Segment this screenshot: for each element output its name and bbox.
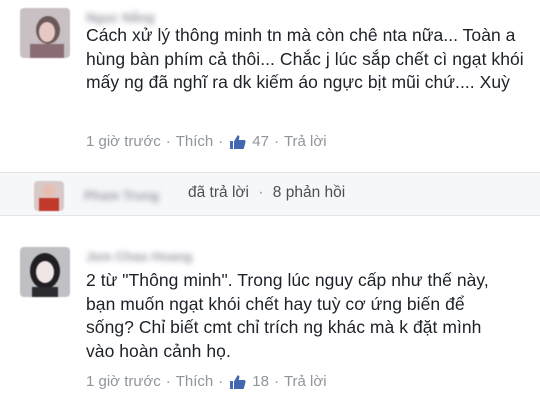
separator: · (165, 133, 171, 150)
reply-count-link[interactable]: 8 phản hồi (273, 184, 345, 201)
separator: · (273, 373, 279, 390)
avatar[interactable] (20, 247, 70, 297)
comment-1: Ngọc Nắng Cách xử lý thông minh tn mà cò… (0, 0, 540, 165)
comment-2: Jem Chao Hoang 2 từ "Thông minh". Trong … (0, 225, 540, 415)
separator: · (258, 184, 264, 201)
avatar-photo (20, 8, 70, 58)
author-name[interactable]: Ngọc Nắng (86, 10, 206, 25)
comment-actions: 1 giờ trước · Thích · 18 · Trả lời (86, 373, 327, 390)
separator: · (165, 373, 171, 390)
like-count[interactable]: 47 (252, 133, 269, 150)
like-button[interactable]: Thích (176, 133, 214, 150)
timestamp[interactable]: 1 giờ trước (86, 373, 161, 390)
separator: · (273, 133, 279, 150)
reply-action: đã trả lời (188, 184, 249, 201)
avatar-photo (34, 181, 64, 211)
avatar-photo (20, 247, 70, 297)
thumbs-up-icon[interactable] (229, 374, 246, 390)
reply-author-name[interactable]: Pham Trung (84, 188, 184, 203)
comment-actions: 1 giờ trước · Thích · 47 · Trả lời (86, 133, 327, 150)
separator: · (218, 133, 224, 150)
reply-summary-text: đã trả lời · 8 phản hồi (188, 184, 345, 202)
avatar[interactable] (20, 8, 70, 58)
comment-text: Cách xử lý thông minh tn mà còn chê nta … (86, 25, 524, 92)
reply-button[interactable]: Trả lời (284, 133, 327, 150)
author-name[interactable]: Jem Chao Hoang (86, 249, 226, 264)
like-count[interactable]: 18 (252, 373, 269, 390)
replies-summary[interactable]: Pham Trung đã trả lời · 8 phản hồi (0, 172, 540, 216)
like-button[interactable]: Thích (176, 373, 214, 390)
thumbs-up-icon[interactable] (229, 134, 246, 150)
comment-text: 2 từ "Thông minh". Trong lúc nguy cấp nh… (86, 270, 489, 361)
reply-button[interactable]: Trả lời (284, 373, 327, 390)
avatar (34, 181, 64, 211)
separator: · (218, 373, 224, 390)
timestamp[interactable]: 1 giờ trước (86, 133, 161, 150)
